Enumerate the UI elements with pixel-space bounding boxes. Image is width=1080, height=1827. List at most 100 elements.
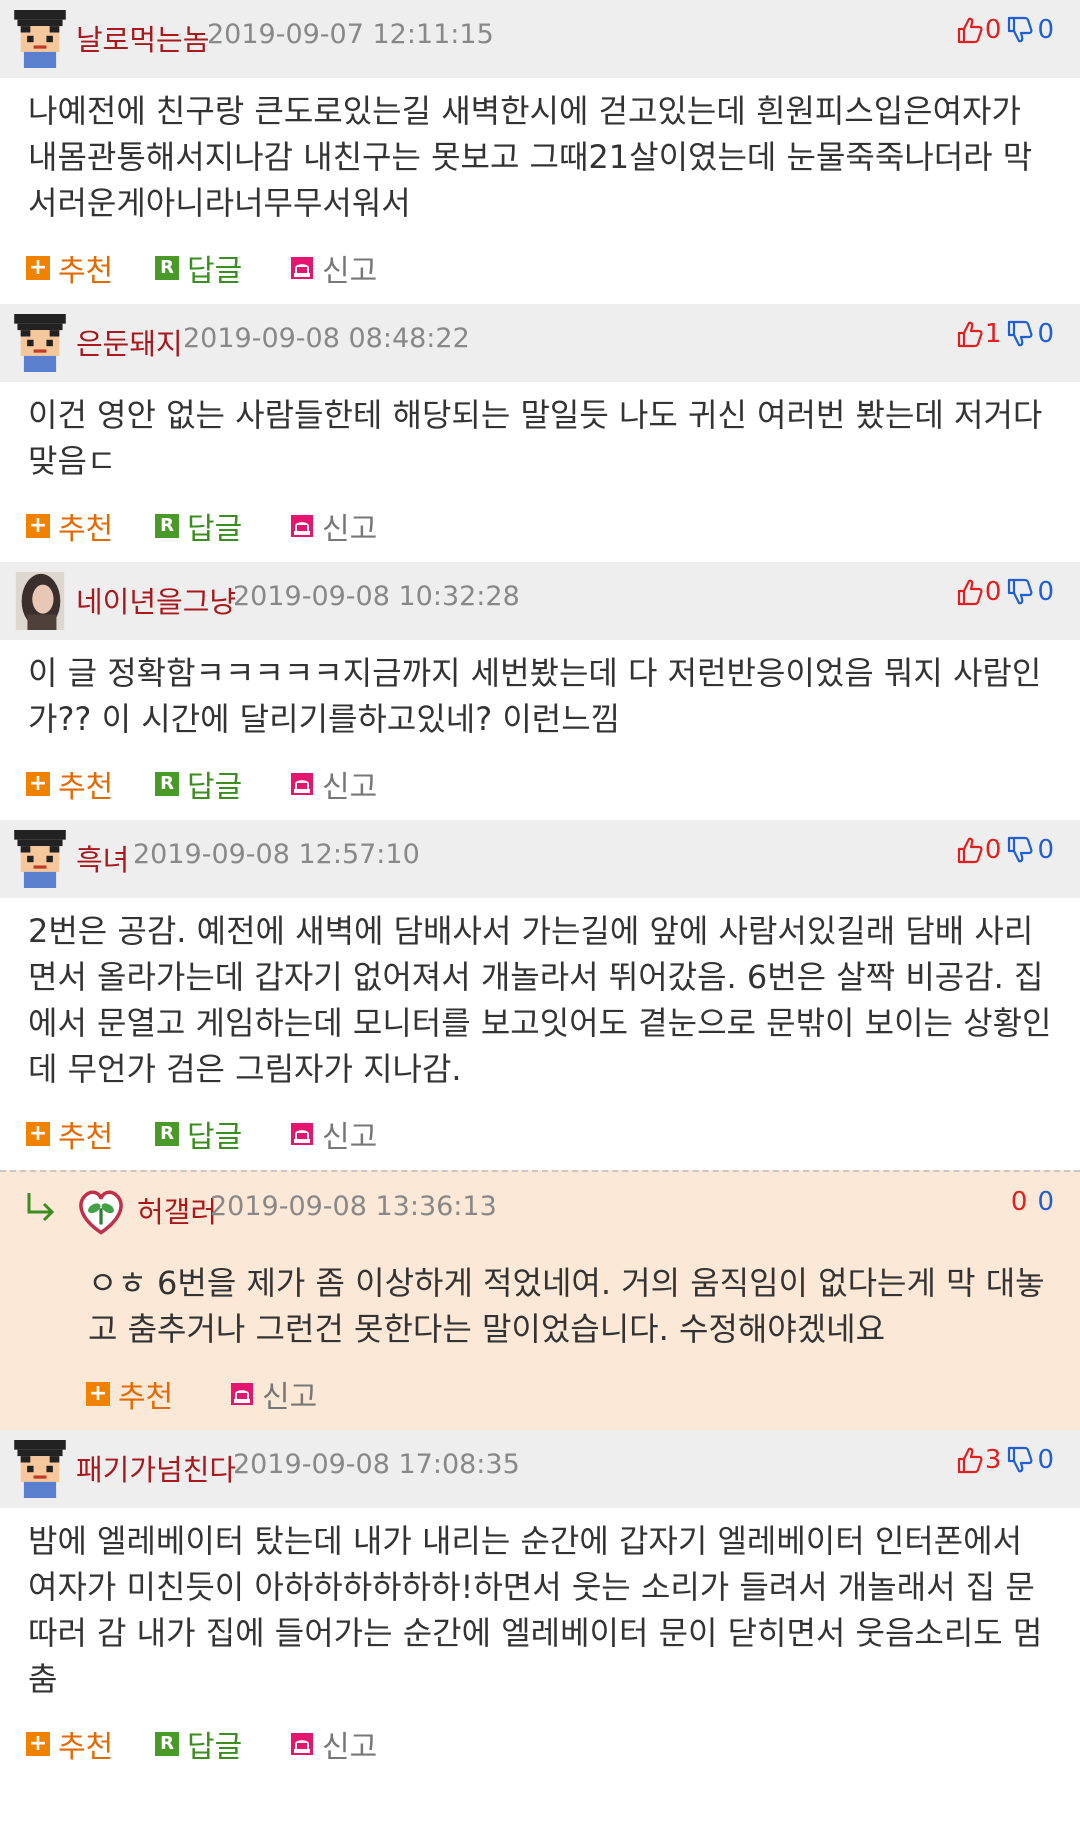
vote-box: 10 xyxy=(957,316,1054,352)
thumbs-down-icon[interactable] xyxy=(1007,320,1033,348)
recommend-button[interactable]: + 추천 xyxy=(26,762,113,806)
upvote-count: 3 xyxy=(984,1445,1002,1475)
siren-icon xyxy=(230,1382,254,1406)
reply-r-icon: R xyxy=(155,1732,179,1756)
vote-box: 00 xyxy=(957,832,1054,868)
recommend-label: 추천 xyxy=(58,1120,114,1155)
plus-icon: + xyxy=(26,1732,50,1756)
downvote-count: 0 xyxy=(1037,319,1054,349)
comment-date: 2019-09-08 10:32:28 xyxy=(233,581,520,612)
upvote-count: 0 xyxy=(1010,1187,1028,1217)
plus-icon: + xyxy=(86,1382,110,1406)
nickname[interactable]: 네이년을그냥 xyxy=(76,579,236,621)
vote-box: 00 xyxy=(957,12,1054,48)
thumbs-down-icon[interactable] xyxy=(1007,16,1033,44)
upvote-count: 0 xyxy=(984,835,1002,865)
report-button[interactable]: 신고 xyxy=(290,1722,377,1766)
reply-r-icon: R xyxy=(155,1122,179,1146)
reply-button[interactable]: R 답글 xyxy=(155,246,242,290)
comment-text: 2번은 공감. 예전에 새벽에 담배사서 가는길에 앞에 사람서있길래 담배 사… xyxy=(28,912,1052,1088)
comment: 네이년을그냥 2019-09-08 10:32:28 0 0 이 글 정확함ㅋㅋㅋㅋㅋ지… xyxy=(0,562,1080,820)
downvote-count: 0 xyxy=(1037,15,1054,45)
comment-date: 2019-09-08 17:08:35 xyxy=(233,1449,520,1480)
comment-text: ㅇㅎ 6번을 제가 좀 이상하게 적었네여. 거의 움직임이 없다는게 막 대놓… xyxy=(88,1264,1045,1348)
reply-button[interactable]: R 답글 xyxy=(155,762,242,806)
avatar[interactable] xyxy=(14,1440,66,1498)
recommend-button[interactable]: + 추천 xyxy=(86,1372,173,1416)
comment-text: 이 글 정확함ㅋㅋㅋㅋㅋ지금까지 세번봤는데 다 저런반응이었음 뭐지 사람인가… xyxy=(28,654,1042,738)
recommend-button[interactable]: + 추천 xyxy=(26,1112,113,1156)
nickname[interactable]: 패기가넘친다 xyxy=(76,1447,236,1489)
report-button[interactable]: 신고 xyxy=(290,762,377,806)
plus-icon: + xyxy=(26,256,50,280)
avatar[interactable] xyxy=(74,1184,128,1238)
downvote-count: 0 xyxy=(1037,1445,1054,1475)
thumbs-down-icon[interactable] xyxy=(1007,1446,1033,1474)
siren-icon xyxy=(290,772,314,796)
report-label: 신고 xyxy=(322,770,378,805)
report-label: 신고 xyxy=(322,512,378,547)
avatar[interactable] xyxy=(14,572,66,630)
downvote-count: 0 xyxy=(1037,835,1054,865)
thumbs-up-icon[interactable] xyxy=(957,16,983,44)
siren-icon xyxy=(290,514,314,538)
comment-header: 흑녀 2019-09-08 12:57:10 0 0 xyxy=(0,820,1080,898)
comment-actions: + 추천 신고 xyxy=(0,1352,1080,1430)
reply-button[interactable]: R 답글 xyxy=(155,1722,242,1766)
reply-button[interactable]: R 답글 xyxy=(155,504,242,548)
recommend-label: 추천 xyxy=(118,1380,174,1415)
thumbs-up-icon[interactable] xyxy=(957,578,983,606)
thumbs-down-icon[interactable] xyxy=(1007,836,1033,864)
downvote-count: 0 xyxy=(1037,1187,1054,1217)
nickname[interactable]: 허갤러 xyxy=(137,1189,217,1231)
reply-label: 답글 xyxy=(187,254,243,289)
vote-box: 00 xyxy=(1009,1184,1054,1220)
comment-date: 2019-09-08 13:36:13 xyxy=(210,1191,497,1222)
report-button[interactable]: 신고 xyxy=(290,1112,377,1156)
comment-header: 허갤러 2019-09-08 13:36:13 0 0 xyxy=(0,1172,1080,1250)
comment-header: 패기가넘친다 2019-09-08 17:08:35 3 0 xyxy=(0,1430,1080,1508)
avatar[interactable] xyxy=(14,314,66,372)
plus-icon: + xyxy=(26,514,50,538)
vote-box: 00 xyxy=(957,574,1054,610)
report-label: 신고 xyxy=(322,254,378,289)
recommend-label: 추천 xyxy=(58,1730,114,1765)
recommend-button[interactable]: + 추천 xyxy=(26,246,113,290)
upvote-count: 0 xyxy=(984,15,1002,45)
report-label: 신고 xyxy=(322,1120,378,1155)
reply-label: 답글 xyxy=(187,770,243,805)
comment-date: 2019-09-07 12:11:15 xyxy=(207,19,494,50)
nickname[interactable]: 날로먹는놈 xyxy=(76,17,209,59)
report-button[interactable]: 신고 xyxy=(230,1372,317,1416)
recommend-button[interactable]: + 추천 xyxy=(26,504,113,548)
reply-button[interactable]: R 답글 xyxy=(155,1112,242,1156)
comment-text: 밤에 엘레베이터 탔는데 내가 내리는 순간에 갑자기 엘레베이터 인터폰에서 … xyxy=(28,1522,1043,1698)
report-label: 신고 xyxy=(322,1730,378,1765)
vote-box: 30 xyxy=(957,1442,1054,1478)
thumbs-up-icon[interactable] xyxy=(957,320,983,348)
comment-actions: + 추천 R 답글 신고 xyxy=(0,226,1080,304)
report-button[interactable]: 신고 xyxy=(290,246,377,290)
comment-header: 네이년을그냥 2019-09-08 10:32:28 0 0 xyxy=(0,562,1080,640)
plus-icon: + xyxy=(26,772,50,796)
comment-header: 은둔돼지 2019-09-08 08:48:22 1 0 xyxy=(0,304,1080,382)
comment: 은둔돼지 2019-09-08 08:48:22 1 0 이건 영안 없는 사람들한테 … xyxy=(0,304,1080,562)
reply-comment: 허갤러 2019-09-08 13:36:13 0 0 ㅇㅎ 6번을 제가 좀 이상하게… xyxy=(0,1170,1080,1430)
recommend-button[interactable]: + 추천 xyxy=(26,1722,113,1766)
reply-r-icon: R xyxy=(155,256,179,280)
thumbs-down-icon[interactable] xyxy=(1007,578,1033,606)
comment-actions: + 추천 R 답글 신고 xyxy=(0,1702,1080,1780)
reply-label: 답글 xyxy=(187,512,243,547)
comment-text: 이건 영안 없는 사람들한테 해당되는 말일듯 나도 귀신 여러번 봤는데 저거… xyxy=(28,396,1043,480)
siren-icon xyxy=(290,1122,314,1146)
nickname[interactable]: 흑녀 xyxy=(76,837,129,879)
comment-text: 나예전에 친구랑 큰도로있는길 새벽한시에 걷고있는데 흰원피스입은여자가 내몸… xyxy=(28,92,1033,222)
avatar[interactable] xyxy=(14,830,66,888)
recommend-label: 추천 xyxy=(58,770,114,805)
nickname[interactable]: 은둔돼지 xyxy=(76,321,183,363)
thumbs-up-icon[interactable] xyxy=(957,836,983,864)
avatar[interactable] xyxy=(14,10,66,68)
thumbs-up-icon[interactable] xyxy=(957,1446,983,1474)
upvote-count: 0 xyxy=(984,577,1002,607)
report-button[interactable]: 신고 xyxy=(290,504,377,548)
